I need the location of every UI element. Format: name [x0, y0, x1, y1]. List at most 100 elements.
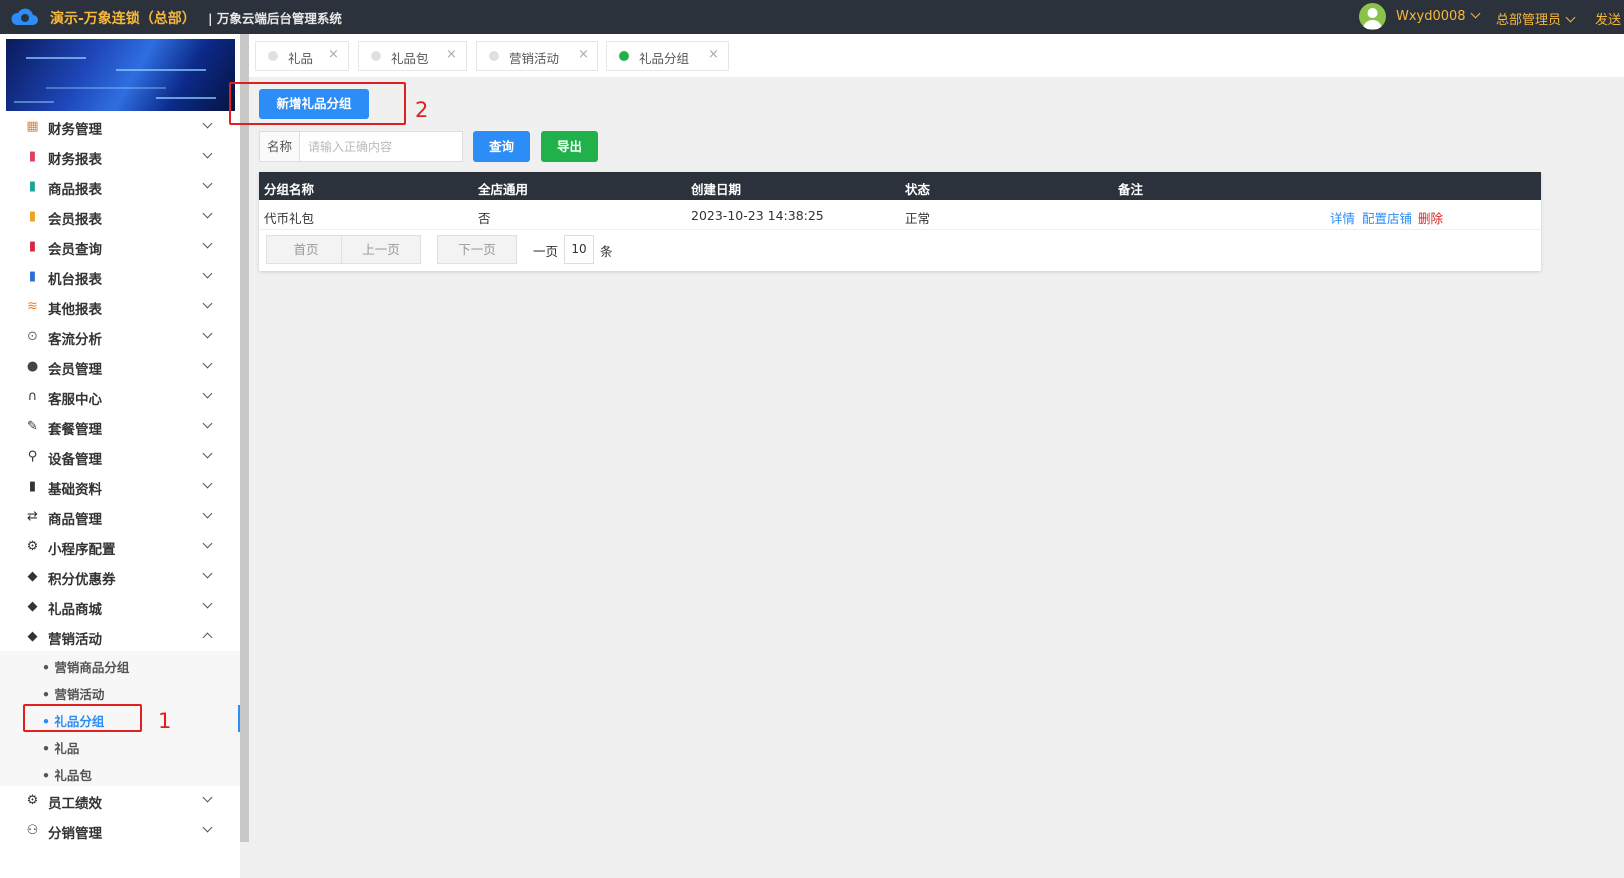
- chevron-down-icon: [202, 598, 213, 609]
- tab-gift-group[interactable]: 礼品分组 ×: [606, 41, 729, 71]
- sidebar-item-label: 基础资料: [48, 482, 102, 498]
- sidebar-item[interactable]: ◆ 营销活动: [0, 622, 240, 652]
- sidebar-item-label: 财务报表: [48, 152, 102, 168]
- chevron-down-icon: [202, 208, 213, 219]
- chevron-down-icon: [202, 388, 213, 399]
- sidebar-item[interactable]: ▮ 会员报表: [0, 202, 240, 232]
- chart-icon: ▮: [28, 209, 37, 224]
- cell-created-date: 2023-10-23 14:38:25: [691, 208, 824, 223]
- sidebar-item[interactable]: ▮ 基础资料: [0, 472, 240, 502]
- sidebar-item[interactable]: ▮ 机台报表: [0, 262, 240, 292]
- close-icon[interactable]: ×: [446, 47, 457, 62]
- sidebar-item[interactable]: ⚙ 员工绩效: [0, 786, 240, 816]
- sidebar-item[interactable]: ◆ 礼品商城: [0, 592, 240, 622]
- sidebar-subitem[interactable]: • 营销活动: [0, 678, 240, 705]
- sidebar-item-label: 机台报表: [48, 272, 102, 288]
- sidebar-item[interactable]: ⊙ 客流分析: [0, 322, 240, 352]
- chevron-down-icon: [202, 418, 213, 429]
- tab-status-dot: [268, 51, 278, 61]
- send-link[interactable]: 发送: [1595, 9, 1621, 28]
- annotation-number-2: 2: [415, 98, 429, 122]
- cloud-logo-icon: [11, 8, 38, 25]
- tab-marketing[interactable]: 营销活动 ×: [476, 41, 598, 71]
- tab-label: 礼品分组: [639, 51, 690, 66]
- sidebar-subitem[interactable]: • 礼品包: [0, 759, 240, 786]
- edit-icon: ✎: [27, 419, 38, 434]
- tab-label: 礼品: [288, 51, 314, 66]
- sidebar-item[interactable]: ⚙ 小程序配置: [0, 532, 240, 562]
- users-icon: ⚇: [26, 823, 39, 838]
- sidebar-item[interactable]: ⚲ 设备管理: [0, 442, 240, 472]
- tab-status-dot: [619, 51, 629, 61]
- sidebar-scrollbar[interactable]: [240, 34, 249, 842]
- user-menu[interactable]: Wxyd0008: [1396, 8, 1481, 24]
- chevron-down-icon: [1565, 12, 1576, 23]
- cell-all-store: 否: [478, 211, 491, 226]
- config-store-link[interactable]: 配置店铺: [1362, 208, 1412, 227]
- sidebar-banner-image: [6, 39, 235, 111]
- sidebar-item[interactable]: ▮ 商品报表: [0, 172, 240, 202]
- column-header: 全店通用: [478, 182, 529, 197]
- chart-icon: ▮: [28, 269, 37, 284]
- query-button[interactable]: 查询: [473, 131, 530, 162]
- close-icon[interactable]: ×: [578, 47, 589, 62]
- prev-page-button[interactable]: 上一页: [341, 235, 421, 264]
- chevron-up-icon: [202, 632, 213, 643]
- chevron-down-icon: [202, 568, 213, 579]
- sidebar-subitem[interactable]: • 礼品: [0, 732, 240, 759]
- chevron-down-icon: [202, 178, 213, 189]
- close-icon[interactable]: ×: [708, 47, 719, 62]
- chevron-down-icon: [202, 448, 213, 459]
- sidebar-item-label: 其他报表: [48, 302, 102, 318]
- tab-gift-pack[interactable]: 礼品包 ×: [358, 41, 467, 71]
- chevron-down-icon: [202, 238, 213, 249]
- next-page-button[interactable]: 下一页: [437, 235, 517, 264]
- chevron-down-icon: [202, 118, 213, 129]
- close-icon[interactable]: ×: [328, 47, 339, 62]
- sidebar-subitem[interactable]: • 礼品分组 1: [0, 704, 240, 733]
- sidebar-item-label: 套餐管理: [48, 422, 102, 438]
- page-size-input[interactable]: 10: [564, 235, 594, 264]
- cell-group-name: 代币礼包: [264, 211, 315, 226]
- detail-link[interactable]: 详情: [1330, 208, 1355, 227]
- chevron-down-icon: [202, 822, 213, 833]
- sidebar-item[interactable]: ∩ 客服中心: [0, 382, 240, 412]
- sidebar-item-label: 员工绩效: [48, 796, 102, 812]
- chevron-down-icon: [202, 358, 213, 369]
- top-bar: 演示-万象连锁（总部） | 万象云端后台管理系统 Wxyd0008 总部管理员 …: [0, 0, 1624, 34]
- table-header: 分组名称 全店通用 创建日期 状态 备注: [259, 172, 1541, 200]
- chevron-down-icon: [202, 478, 213, 489]
- sidebar-item-label: 分销管理: [48, 826, 102, 842]
- cell-status: 正常: [905, 211, 931, 226]
- name-search-input[interactable]: [299, 131, 463, 162]
- sidebar-subitem-label: • 礼品包: [42, 768, 92, 783]
- sidebar-item-label: 商品管理: [48, 512, 102, 528]
- sidebar-item-label: 积分优惠券: [48, 572, 116, 588]
- chevron-down-icon: [202, 268, 213, 279]
- export-button[interactable]: 导出: [541, 131, 598, 162]
- system-subtitle: | 万象云端后台管理系统: [208, 11, 342, 26]
- sidebar-item[interactable]: ▮ 会员查询: [0, 232, 240, 262]
- annotation-number-1: 1: [158, 709, 172, 733]
- column-header: 状态: [905, 182, 931, 197]
- first-page-button[interactable]: 首页: [266, 235, 346, 264]
- avatar[interactable]: [1359, 3, 1386, 30]
- search-label: 名称: [259, 131, 299, 162]
- sidebar-item[interactable]: ▮ 财务报表: [0, 142, 240, 172]
- sidebar-item[interactable]: ● 会员管理: [0, 352, 240, 382]
- tab-gift[interactable]: 礼品 ×: [255, 41, 349, 71]
- sidebar-item[interactable]: ✎ 套餐管理: [0, 412, 240, 442]
- sidebar-item[interactable]: ≋ 其他报表: [0, 292, 240, 322]
- sidebar-item[interactable]: ◆ 积分优惠券: [0, 562, 240, 592]
- sidebar-item[interactable]: ⇄ 商品管理: [0, 502, 240, 532]
- chevron-down-icon: [202, 792, 213, 803]
- sidebar-item[interactable]: ⚇ 分销管理: [0, 816, 240, 846]
- sidebar-item-label: 商品报表: [48, 182, 102, 198]
- sidebar-subitem[interactable]: • 营销商品分组: [0, 651, 240, 678]
- delete-link[interactable]: 删除: [1418, 208, 1443, 227]
- sidebar-item[interactable]: ▦ 财务管理: [0, 112, 240, 142]
- sidebar-item-label: 客服中心: [48, 392, 102, 408]
- role-menu[interactable]: 总部管理员: [1496, 9, 1576, 28]
- sidebar-item-label: 营销活动: [48, 632, 102, 648]
- gear-icon: ⚙: [26, 793, 39, 808]
